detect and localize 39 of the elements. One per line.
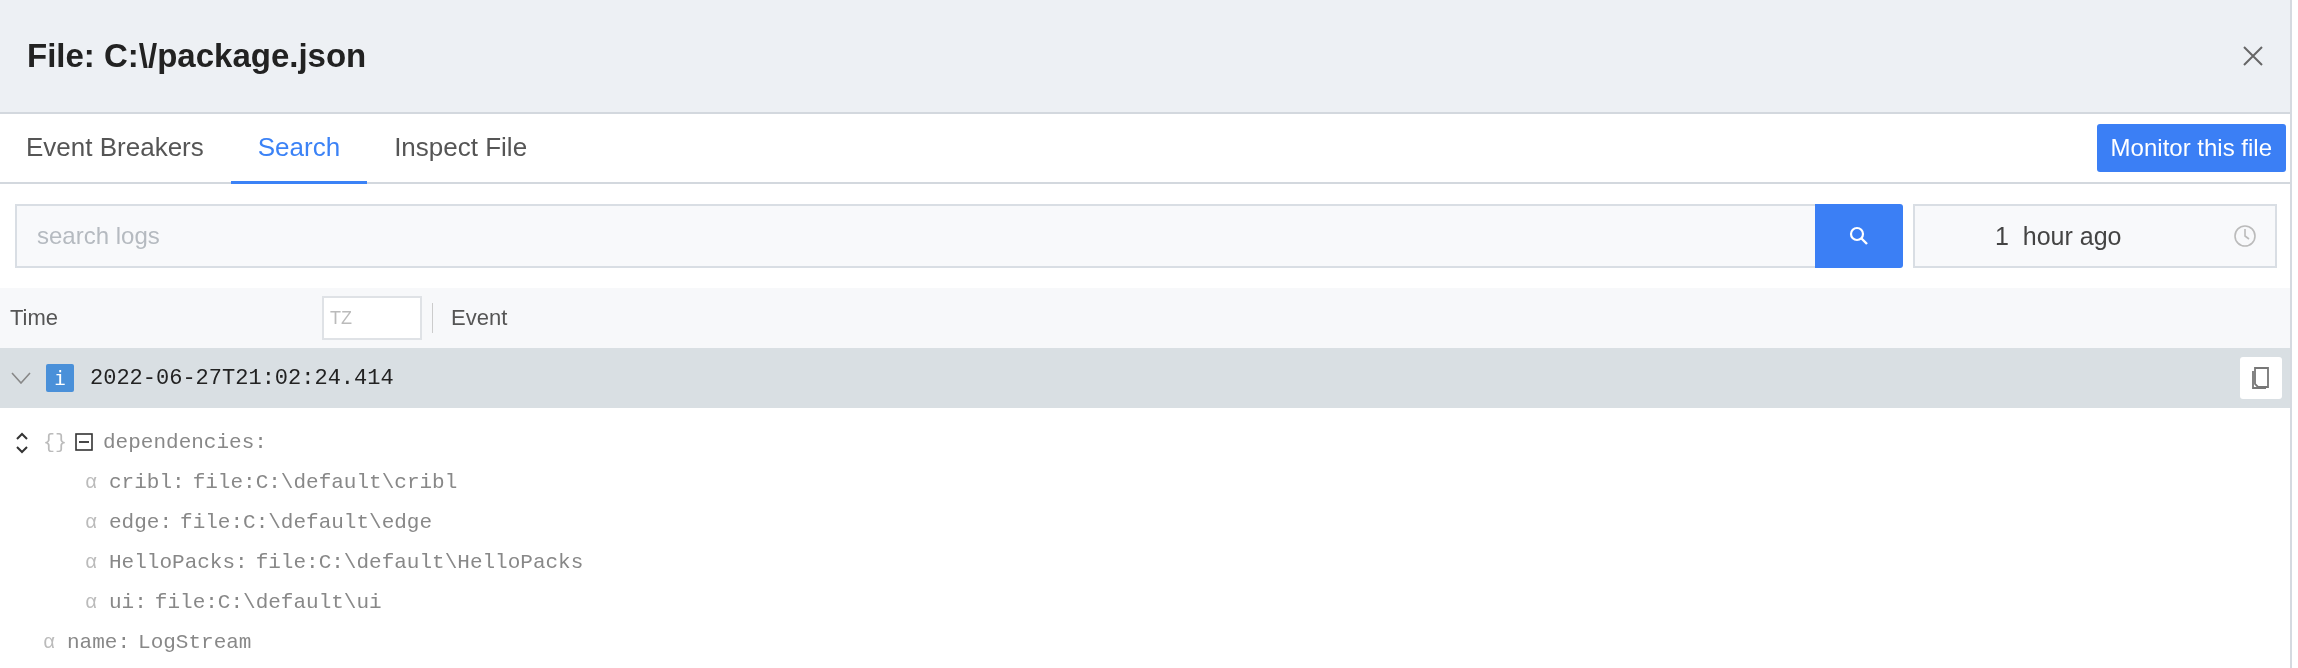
- field-value: file:C:\default\HelloPacks: [255, 550, 584, 574]
- copy-icon: [2250, 366, 2272, 390]
- field-key: cribl:: [109, 470, 185, 494]
- field-value: file:C:\default\edge: [180, 510, 433, 534]
- info-badge: i: [46, 364, 74, 392]
- tab[interactable]: Event Breakers: [0, 114, 231, 184]
- search-icon: [1849, 226, 1869, 246]
- field-key: name:: [67, 630, 131, 654]
- event-row[interactable]: i 2022-06-27T21:02:24.414: [0, 348, 2290, 408]
- copy-button[interactable]: [2240, 357, 2282, 399]
- string-type-glyph: α: [85, 550, 97, 574]
- field-key: edge:: [109, 510, 173, 534]
- column-header: Event: [451, 305, 508, 331]
- clock-icon: [2233, 224, 2257, 248]
- collapse-icon[interactable]: [75, 433, 93, 451]
- field-key: dependencies:: [103, 430, 267, 454]
- field-key: HelloPacks:: [109, 550, 248, 574]
- time-range-field[interactable]: 1 hour ago: [1913, 204, 2277, 268]
- object-type-glyph: {}: [43, 430, 67, 454]
- timezone-field[interactable]: TZ: [322, 296, 422, 340]
- close-icon[interactable]: [2242, 45, 2264, 67]
- string-type-glyph: α: [85, 590, 97, 614]
- event-timestamp: 2022-06-27T21:02:24.414: [90, 365, 395, 391]
- search-field[interactable]: search logs: [15, 204, 1815, 268]
- tab[interactable]: Search: [230, 114, 368, 184]
- window-title: File: C:\/package.json: [27, 37, 367, 75]
- field-value: LogStream: [138, 630, 252, 654]
- column-header: Time: [10, 305, 60, 331]
- string-type-glyph: α: [85, 470, 97, 494]
- field-value: file:C:\default\cribl: [192, 470, 458, 494]
- chevron-down-icon[interactable]: [11, 372, 31, 384]
- string-type-glyph: α: [85, 510, 97, 534]
- tab[interactable]: Inspect File: [367, 114, 555, 184]
- field-key: ui:: [109, 590, 147, 614]
- string-type-glyph: α: [43, 630, 55, 654]
- time-range-value: 1 hour ago: [1995, 221, 2122, 251]
- expand-collapse-icon[interactable]: [15, 431, 29, 455]
- field-value: file:C:\default\ui: [154, 590, 382, 614]
- monitor-button[interactable]: Monitor this file: [2096, 124, 2286, 172]
